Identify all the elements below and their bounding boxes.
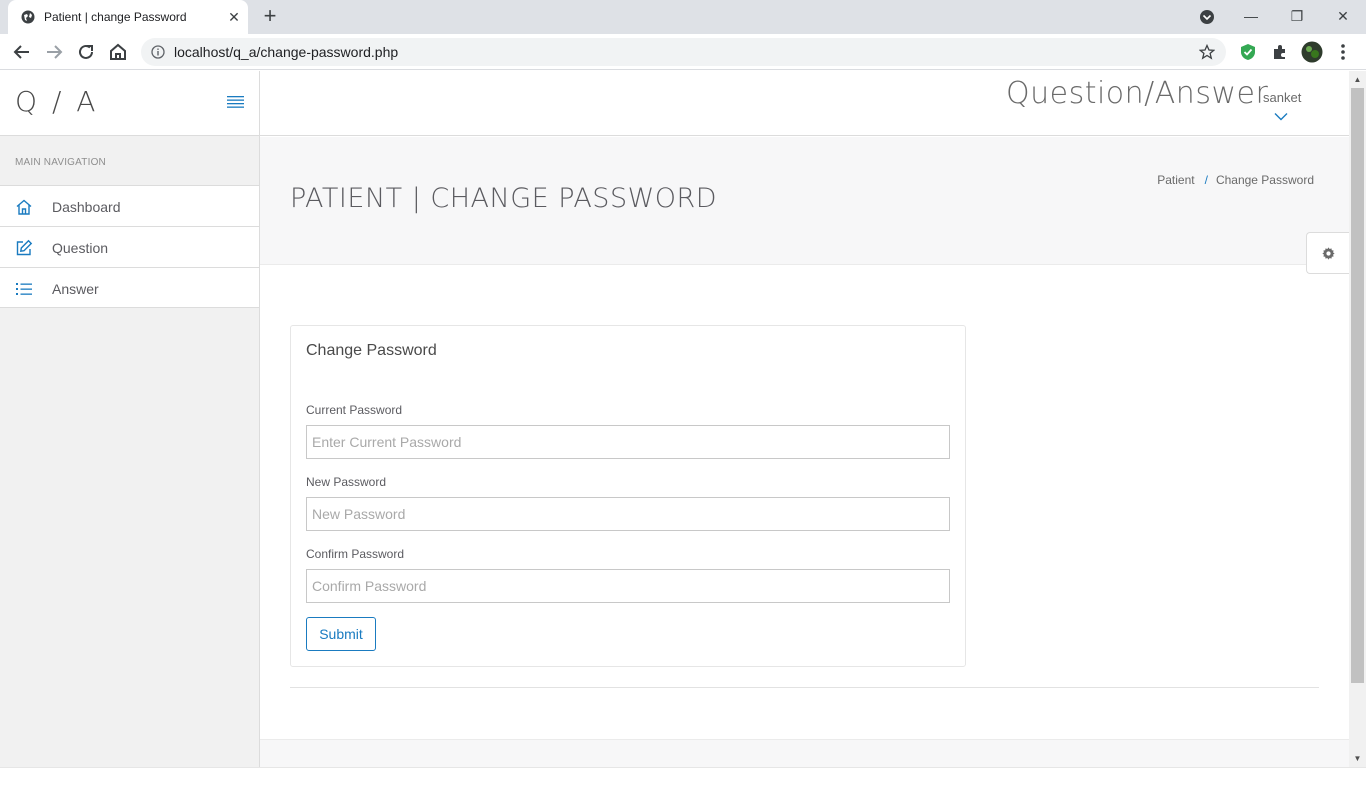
- brand-logo[interactable]: Q / A: [15, 85, 98, 118]
- tab-search-icon[interactable]: [1198, 8, 1216, 26]
- tab-title: Patient | change Password: [44, 10, 187, 24]
- page-title: PATIENT | CHANGE PASSWORD: [290, 183, 718, 214]
- current-password-input[interactable]: [306, 425, 950, 459]
- back-icon[interactable]: [10, 40, 34, 64]
- sidebar-item-question[interactable]: Question: [0, 226, 259, 267]
- home-icon: [16, 199, 32, 215]
- browser-tab-strip: Patient | change Password ✕ + — ❐ ✕: [0, 0, 1366, 34]
- new-password-input[interactable]: [306, 497, 950, 531]
- url-text: localhost/q_a/change-password.php: [174, 44, 399, 60]
- restore-button[interactable]: ❐: [1282, 4, 1312, 28]
- app-title: Question/Answer: [1006, 76, 1269, 111]
- bottom-edge: [0, 767, 1366, 786]
- extensions-puzzle-icon[interactable]: [1270, 42, 1290, 62]
- settings-button[interactable]: [1306, 232, 1350, 274]
- sidebar-item-answer[interactable]: Answer: [0, 267, 259, 308]
- new-password-label: New Password: [306, 475, 387, 489]
- site-info-icon[interactable]: [151, 45, 165, 59]
- close-window-button[interactable]: ✕: [1328, 4, 1358, 28]
- sidebar-item-dashboard[interactable]: Dashboard: [0, 185, 259, 226]
- minimize-button[interactable]: —: [1236, 4, 1266, 28]
- change-password-panel: Change Password Current Password New Pas…: [290, 325, 966, 667]
- browser-tab[interactable]: Patient | change Password ✕: [8, 0, 248, 34]
- current-password-label: Current Password: [306, 403, 403, 417]
- sidebar-item-label: Dashboard: [52, 199, 121, 215]
- reload-icon[interactable]: [74, 40, 98, 64]
- profile-avatar-icon[interactable]: [1301, 41, 1323, 63]
- address-bar[interactable]: localhost/q_a/change-password.php: [141, 38, 1226, 66]
- nav-heading: MAIN NAVIGATION: [15, 157, 106, 168]
- globe-icon: [21, 10, 35, 24]
- scrollbar-thumb[interactable]: [1351, 88, 1364, 683]
- shield-extension-icon[interactable]: [1238, 42, 1258, 62]
- breadcrumb-item-patient[interactable]: Patient: [1157, 173, 1194, 187]
- breadcrumb-item-current: Change Password: [1215, 173, 1314, 187]
- sidebar-item-label: Answer: [52, 281, 99, 297]
- brand-bar: Q / A: [0, 71, 259, 136]
- sidebar-item-label: Question: [52, 240, 109, 256]
- browser-toolbar: localhost/q_a/change-password.php: [0, 34, 1366, 70]
- chevron-down-icon[interactable]: [1274, 112, 1288, 121]
- page-scrollbar[interactable]: ▲ ▼: [1349, 71, 1366, 767]
- main-navigation: Dashboard Question Answer: [0, 185, 259, 308]
- confirm-password-input[interactable]: [306, 569, 950, 603]
- edit-icon: [16, 239, 33, 256]
- home-button-icon[interactable]: [106, 40, 130, 64]
- gear-icon: [1322, 247, 1335, 260]
- breadcrumb: Patient / Change Password: [1157, 173, 1314, 187]
- scroll-up-arrow-icon[interactable]: ▲: [1349, 71, 1366, 88]
- page-heading-area: PATIENT | CHANGE PASSWORD Patient / Change…: [260, 137, 1349, 265]
- confirm-password-label: Confirm Password: [306, 547, 405, 561]
- scroll-down-arrow-icon[interactable]: ▼: [1349, 750, 1366, 767]
- panel-title: Change Password: [306, 342, 437, 359]
- user-menu-name[interactable]: sanket: [1263, 90, 1301, 105]
- content-divider: [290, 687, 1319, 688]
- menu-toggle-icon[interactable]: [227, 95, 244, 109]
- sidebar: Q / A MAIN NAVIGATION Dashboard Question…: [0, 71, 260, 767]
- list-icon: [16, 283, 32, 295]
- browser-menu-icon[interactable]: [1336, 42, 1350, 62]
- breadcrumb-separator: /: [1204, 173, 1208, 187]
- top-header: Question/Answer sanket: [260, 71, 1349, 136]
- new-tab-button[interactable]: +: [258, 5, 282, 28]
- page-footer: [260, 739, 1349, 767]
- bookmark-star-icon[interactable]: [1199, 44, 1215, 60]
- close-tab-icon[interactable]: ✕: [226, 9, 242, 25]
- page-viewport: Q / A MAIN NAVIGATION Dashboard Question…: [0, 71, 1366, 767]
- submit-button[interactable]: Submit: [306, 617, 376, 651]
- forward-icon[interactable]: [42, 40, 66, 64]
